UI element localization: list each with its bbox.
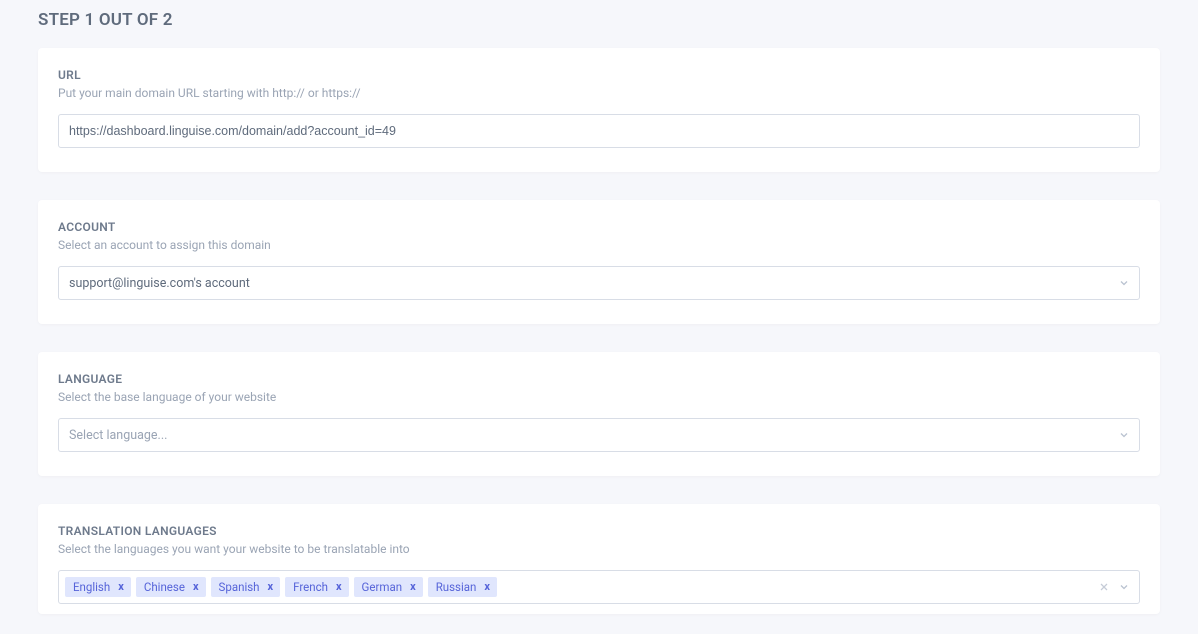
remove-tag-icon[interactable]: x	[482, 579, 492, 595]
language-tag: English x	[65, 577, 131, 597]
language-tag: Frenchx	[285, 577, 348, 597]
translation-languages-select[interactable]: EnglishxChinesexSpanishxFrenchxGermanxRu…	[58, 570, 1140, 604]
language-tag: Germanx	[354, 577, 423, 597]
language-placeholder: Select language...	[69, 428, 167, 443]
translation-languages-card: TRANSLATION LANGUAGES Select the languag…	[38, 504, 1160, 614]
url-input[interactable]	[58, 114, 1140, 148]
remove-tag-icon[interactable]: x	[334, 579, 344, 595]
language-tag-label: French	[293, 579, 328, 595]
language-tag: Spanish x	[211, 577, 281, 597]
step-heading: STEP 1 OUT OF 2	[38, 10, 1160, 30]
account-description: Select an account to assign this domain	[58, 238, 1140, 252]
language-card: LANGUAGE Select the base language of you…	[38, 352, 1160, 476]
url-label: URL	[58, 68, 1140, 82]
remove-tag-icon[interactable]: x	[191, 579, 201, 595]
account-label: ACCOUNT	[58, 220, 1140, 234]
url-description: Put your main domain URL starting with h…	[58, 86, 1140, 100]
language-tag-label: Spanish	[219, 579, 260, 595]
translation-languages-description: Select the languages you want your websi…	[58, 542, 1140, 556]
language-select[interactable]: Select language...	[58, 418, 1140, 452]
translation-languages-label: TRANSLATION LANGUAGES	[58, 524, 1140, 538]
language-description: Select the base language of your website	[58, 390, 1140, 404]
language-tag-label: Russian	[436, 579, 477, 595]
language-tag-label: Chinese	[144, 579, 185, 595]
account-selected-value: support@linguise.com's account	[69, 276, 250, 291]
clear-all-icon[interactable]	[1098, 581, 1110, 593]
account-card: ACCOUNT Select an account to assign this…	[38, 200, 1160, 324]
language-tag: Russian x	[428, 577, 497, 597]
language-tag: Chinese x	[136, 577, 206, 597]
account-select[interactable]: support@linguise.com's account	[58, 266, 1140, 300]
language-tag-label: English	[73, 579, 110, 595]
language-label: LANGUAGE	[58, 372, 1140, 386]
remove-tag-icon[interactable]: x	[116, 579, 126, 595]
remove-tag-icon[interactable]: x	[266, 579, 276, 595]
remove-tag-icon[interactable]: x	[408, 579, 418, 595]
language-tag-label: German	[362, 579, 403, 595]
url-card: URL Put your main domain URL starting wi…	[38, 48, 1160, 172]
